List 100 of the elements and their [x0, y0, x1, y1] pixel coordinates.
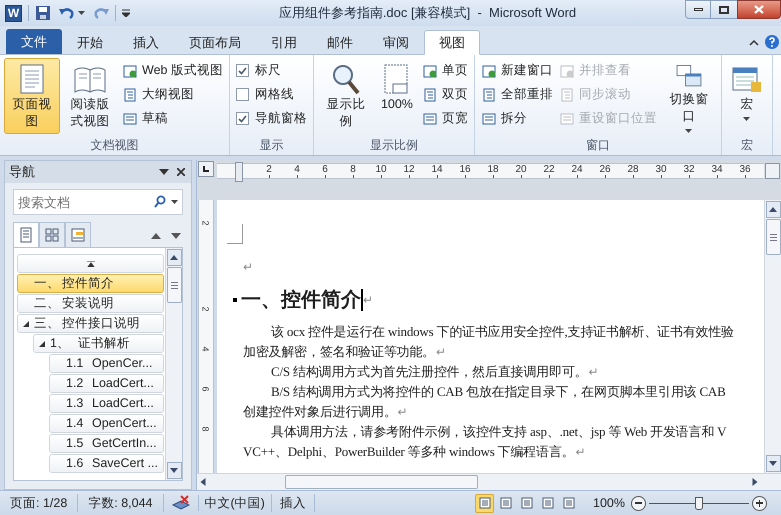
checkbox[interactable] — [236, 64, 249, 77]
outline-item[interactable]: 二、 安装说明 — [17, 294, 164, 313]
dropdown-caret-icon — [171, 200, 178, 204]
dropdown-caret-icon — [685, 129, 692, 133]
body-text: C/S 结构调用方式为首先注册控件，然后直接调用即可。 — [271, 363, 588, 382]
ribbon-checkbox[interactable]: 标尺 — [234, 59, 309, 82]
indent-marker[interactable] — [235, 162, 243, 182]
crop-mark — [227, 224, 243, 244]
ribbon-large-button[interactable]: 宏 — [726, 58, 768, 134]
help-icon[interactable] — [765, 35, 779, 49]
save-icon[interactable] — [35, 5, 51, 21]
outline-item[interactable]: 1.4 OpenCert... — [49, 414, 164, 433]
ribbon-small-button[interactable]: 双页 — [420, 83, 470, 106]
language-indicator[interactable]: 中文(中国) — [198, 494, 272, 512]
view-shortcut-button[interactable] — [475, 494, 494, 512]
ribbon-small-button[interactable]: 单页 — [420, 59, 470, 82]
checkbox[interactable] — [236, 88, 249, 101]
ribbon-large-button[interactable]: 页面视图 — [4, 58, 60, 134]
outline-item[interactable]: 1.1 OpenCer... — [49, 354, 164, 373]
ribbon-tab[interactable]: 引用 — [256, 30, 312, 55]
ribbon-tab[interactable]: 插入 — [118, 30, 174, 55]
ribbon-small-button[interactable]: 页宽 — [420, 107, 470, 130]
scroll-right-icon[interactable] — [751, 478, 759, 486]
next-heading-icon[interactable] — [171, 233, 181, 239]
minimize-button[interactable] — [685, 0, 711, 19]
ribbon-small-button[interactable]: 全部重排 — [478, 83, 555, 106]
vertical-ruler[interactable]: 2 2 4 6 8 — [198, 200, 214, 473]
undo-icon[interactable] — [59, 6, 75, 20]
ruler-number: 2 — [201, 220, 211, 226]
scroll-up-icon[interactable] — [170, 255, 178, 260]
checkbox[interactable] — [236, 112, 249, 125]
scroll-up-icon[interactable] — [769, 207, 777, 212]
pane-tab[interactable] — [39, 222, 65, 248]
heading-number: 1.4 — [66, 415, 84, 432]
collapse-ribbon-icon[interactable] — [749, 39, 759, 46]
ribbon-checkbox[interactable]: 网格线 — [234, 83, 309, 106]
horizontal-ruler[interactable]: 2 4 6 8 10 12 14 16 18 20 22 24 26 28 30 32 34 36 — [217, 163, 764, 179]
expanded-triangle-icon[interactable] — [39, 340, 45, 346]
scroll-down-icon[interactable] — [769, 461, 777, 466]
outline-item[interactable]: 1.6 SaveCert ... — [49, 454, 164, 473]
close-icon[interactable] — [177, 168, 185, 176]
ribbon-large-button[interactable]: 100% — [376, 58, 418, 134]
heading-title: 控件简介 — [62, 275, 114, 292]
group-label: 文档视图 — [90, 137, 138, 154]
pane-menu-icon[interactable] — [159, 169, 169, 175]
search-icon[interactable] — [154, 195, 166, 208]
outline-item[interactable]: 1.3 LoadCert... — [49, 394, 164, 413]
word-count[interactable]: 字数: 8,044 — [78, 494, 164, 512]
checkbox-label: 标尺 — [254, 62, 281, 80]
paragraph-mark: ↵ — [363, 292, 373, 309]
ribbon-tab[interactable]: 页面布局 — [174, 30, 256, 55]
outline-item[interactable]: 1、 证书解析 — [33, 334, 164, 353]
maximize-button[interactable] — [711, 0, 737, 19]
file-tab[interactable]: 文件 — [6, 29, 62, 54]
app-logo[interactable]: W — [5, 4, 22, 22]
zoom-thumb[interactable] — [695, 496, 703, 510]
ruler-number: 12 — [403, 164, 415, 175]
search-field[interactable]: 搜索文档 — [13, 189, 183, 215]
insert-mode-indicator[interactable]: 插入 — [272, 494, 315, 512]
tab-selector-button[interactable] — [198, 161, 214, 177]
ribbon-tab[interactable]: 开始 — [62, 30, 118, 55]
outline-item[interactable]: 三、 控件接口说明 — [17, 314, 164, 333]
zoom-out-button[interactable] — [631, 496, 646, 510]
view-ruler-button[interactable] — [765, 163, 780, 179]
outline-item[interactable]: 1.2 LoadCert... — [49, 374, 164, 393]
scroll-left-icon[interactable] — [199, 478, 207, 486]
ruler-number: 22 — [543, 164, 555, 175]
ruler-number: 28 — [627, 164, 639, 175]
previous-heading-icon[interactable] — [151, 233, 161, 239]
ribbon-large-button[interactable]: 切换窗口 — [660, 58, 717, 134]
ribbon-tab[interactable]: 审阅 — [368, 30, 424, 55]
zoom-in-button[interactable] — [752, 496, 767, 510]
pane-tab[interactable] — [65, 222, 91, 248]
customize-toolbar-icon[interactable] — [122, 9, 130, 17]
ribbon-large-button[interactable]: 显示比例 — [318, 58, 374, 134]
ribbon-tab[interactable]: 邮件 — [312, 30, 368, 55]
zoom-slider[interactable] — [649, 495, 749, 511]
pane-tab[interactable] — [13, 222, 39, 248]
vertical-scrollbar[interactable] — [165, 248, 182, 480]
ribbon-checkbox[interactable]: 导航窗格 — [234, 107, 309, 130]
page-count[interactable]: 页面: 1/28 — [0, 494, 78, 512]
outline-item[interactable]: 1.5 GetCertIn... — [49, 434, 164, 453]
ribbon-large-button[interactable]: 阅读版式视图 — [62, 58, 118, 134]
ribbon-tab[interactable]: 视图 — [424, 30, 480, 55]
ribbon-small-button[interactable]: 大纲视图 — [120, 83, 225, 106]
heading-title: OpenCert... — [92, 415, 157, 432]
ribbon-small-button[interactable]: 草稿 — [120, 107, 225, 130]
close-button[interactable] — [737, 0, 781, 19]
zoom-level[interactable]: 100% — [593, 494, 625, 512]
vertical-scrollbar[interactable] — [764, 200, 781, 473]
outline-item[interactable]: 一、 控件简介 — [17, 274, 164, 293]
scroll-down-icon[interactable] — [170, 468, 178, 473]
proofing-error-icon[interactable] — [172, 495, 190, 511]
ribbon-small-button[interactable]: 拆分 — [478, 107, 555, 130]
ribbon-small-button[interactable]: Web 版式视图 — [120, 59, 225, 82]
horizontal-scrollbar[interactable] — [197, 473, 781, 490]
ruler-number: 34 — [711, 164, 723, 175]
grid-icon — [45, 228, 59, 242]
ribbon-small-button[interactable]: 新建窗口 — [478, 59, 555, 82]
expanded-triangle-icon[interactable] — [23, 320, 29, 326]
